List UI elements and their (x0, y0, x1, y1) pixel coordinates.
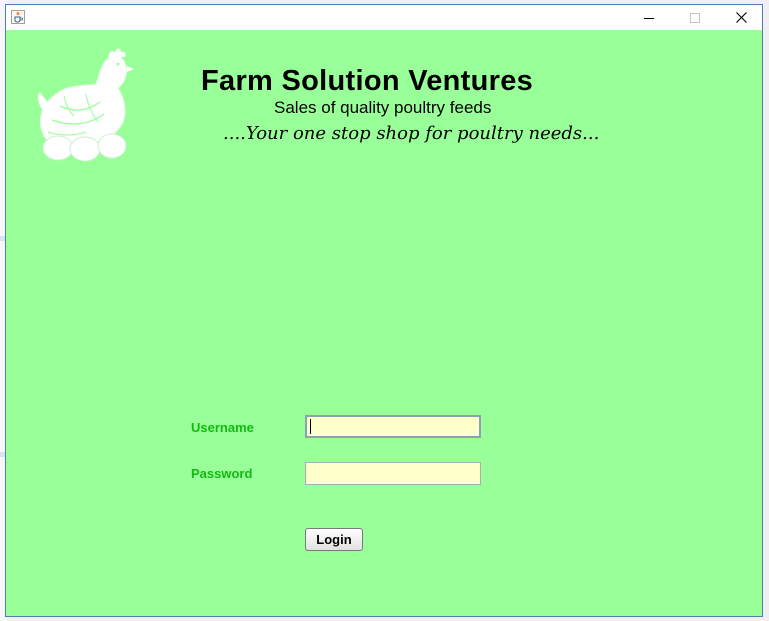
username-label: Username (191, 420, 254, 435)
minimize-icon (644, 17, 654, 19)
close-button[interactable] (718, 5, 764, 30)
username-input[interactable] (305, 415, 481, 438)
java-cup-icon[interactable] (11, 10, 25, 24)
company-subtitle: Sales of quality poultry feeds (274, 98, 492, 117)
close-icon (735, 12, 747, 23)
password-input[interactable] (305, 462, 481, 485)
login-panel: Farm Solution Ventures Sales of quality … (6, 30, 762, 616)
maximize-icon (690, 12, 700, 23)
minimize-button[interactable] (626, 5, 672, 30)
maximize-button[interactable] (672, 5, 718, 30)
company-tagline: ....Your one stop shop for poultry needs… (223, 123, 600, 144)
title-bar[interactable] (6, 5, 762, 30)
password-label: Password (191, 466, 253, 481)
company-name-heading: Farm Solution Ventures (201, 65, 534, 97)
text-cursor (310, 419, 311, 434)
hen-with-eggs-logo (37, 48, 134, 162)
login-window: Farm Solution Ventures Sales of quality … (5, 4, 763, 617)
login-button[interactable]: Login (305, 528, 363, 551)
